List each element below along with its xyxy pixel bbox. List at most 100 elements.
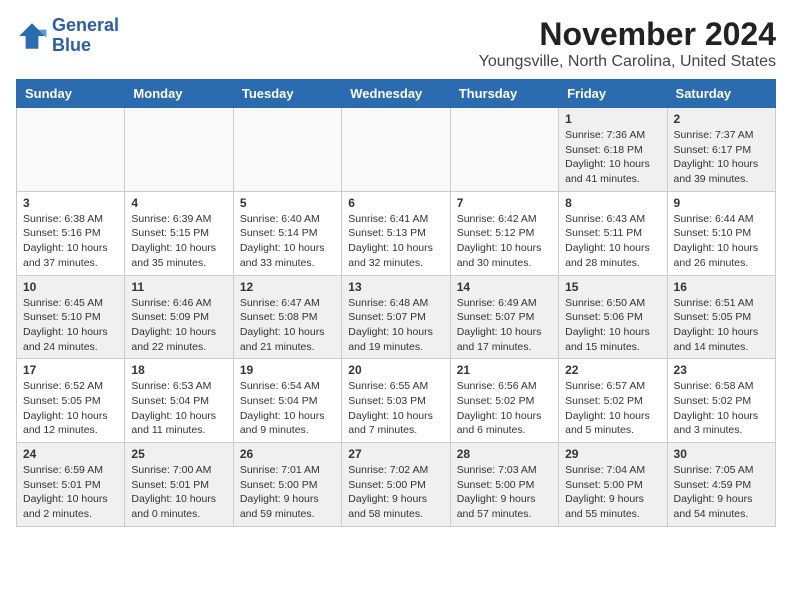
day-info: Sunrise: 6:43 AM Sunset: 5:11 PM Dayligh… (565, 212, 660, 271)
logo-icon (16, 20, 48, 52)
day-number: 16 (674, 280, 769, 294)
day-info: Sunrise: 7:04 AM Sunset: 5:00 PM Dayligh… (565, 463, 660, 522)
logo: General Blue (16, 16, 119, 56)
calendar-cell: 19 Sunrise: 6:54 AM Sunset: 5:04 PM Dayli… (233, 359, 341, 443)
day-number: 22 (565, 363, 660, 377)
day-number: 24 (23, 447, 118, 461)
page-title: November 2024 (479, 16, 776, 53)
day-info: Sunrise: 7:00 AM Sunset: 5:01 PM Dayligh… (131, 463, 226, 522)
day-info: Sunrise: 6:48 AM Sunset: 5:07 PM Dayligh… (348, 296, 443, 355)
calendar-cell: 27 Sunrise: 7:02 AM Sunset: 5:00 PM Dayli… (342, 443, 450, 527)
calendar-cell: 3 Sunrise: 6:38 AM Sunset: 5:16 PM Daylig… (17, 191, 125, 275)
day-number: 7 (457, 196, 552, 210)
page-header: General Blue November 2024 Youngsville, … (16, 16, 776, 71)
day-number: 9 (674, 196, 769, 210)
logo-line1: General (52, 16, 119, 36)
day-info: Sunrise: 6:53 AM Sunset: 5:04 PM Dayligh… (131, 379, 226, 438)
calendar-cell: 28 Sunrise: 7:03 AM Sunset: 5:00 PM Dayli… (450, 443, 558, 527)
calendar-cell: 26 Sunrise: 7:01 AM Sunset: 5:00 PM Dayli… (233, 443, 341, 527)
calendar-cell: 14 Sunrise: 6:49 AM Sunset: 5:07 PM Dayli… (450, 275, 558, 359)
calendar-cell: 2Sunrise: 7:37 AM Sunset: 6:17 PM Daylig… (667, 108, 775, 192)
day-info: Sunrise: 6:51 AM Sunset: 5:05 PM Dayligh… (674, 296, 769, 355)
day-number: 10 (23, 280, 118, 294)
calendar-cell (450, 108, 558, 192)
day-number: 25 (131, 447, 226, 461)
day-info: Sunrise: 7:05 AM Sunset: 4:59 PM Dayligh… (674, 463, 769, 522)
calendar-cell: 16 Sunrise: 6:51 AM Sunset: 5:05 PM Dayli… (667, 275, 775, 359)
calendar-cell: 5 Sunrise: 6:40 AM Sunset: 5:14 PM Daylig… (233, 191, 341, 275)
day-number: 17 (23, 363, 118, 377)
day-info: Sunrise: 7:36 AM Sunset: 6:18 PM Dayligh… (565, 128, 660, 187)
day-info: Sunrise: 6:41 AM Sunset: 5:13 PM Dayligh… (348, 212, 443, 271)
calendar-cell (342, 108, 450, 192)
day-number: 23 (674, 363, 769, 377)
day-info: Sunrise: 6:49 AM Sunset: 5:07 PM Dayligh… (457, 296, 552, 355)
day-number: 18 (131, 363, 226, 377)
calendar-week-row: 10 Sunrise: 6:45 AM Sunset: 5:10 PM Dayli… (17, 275, 776, 359)
calendar-cell: 12Sunrise: 6:47 AM Sunset: 5:08 PM Dayli… (233, 275, 341, 359)
day-number: 27 (348, 447, 443, 461)
day-info: Sunrise: 6:42 AM Sunset: 5:12 PM Dayligh… (457, 212, 552, 271)
day-info: Sunrise: 7:01 AM Sunset: 5:00 PM Dayligh… (240, 463, 335, 522)
day-number: 30 (674, 447, 769, 461)
day-number: 5 (240, 196, 335, 210)
calendar-cell: 18 Sunrise: 6:53 AM Sunset: 5:04 PM Dayli… (125, 359, 233, 443)
logo-text: General Blue (52, 16, 119, 56)
weekday-header: Monday (125, 80, 233, 108)
calendar-cell: 22 Sunrise: 6:57 AM Sunset: 5:02 PM Dayli… (559, 359, 667, 443)
calendar-cell: 7 Sunrise: 6:42 AM Sunset: 5:12 PM Daylig… (450, 191, 558, 275)
day-number: 29 (565, 447, 660, 461)
calendar-cell: 25 Sunrise: 7:00 AM Sunset: 5:01 PM Dayli… (125, 443, 233, 527)
day-info: Sunrise: 6:39 AM Sunset: 5:15 PM Dayligh… (131, 212, 226, 271)
title-block: November 2024 Youngsville, North Carolin… (479, 16, 776, 71)
calendar-cell: 20 Sunrise: 6:55 AM Sunset: 5:03 PM Dayli… (342, 359, 450, 443)
day-number: 28 (457, 447, 552, 461)
day-number: 13 (348, 280, 443, 294)
calendar-cell: 1Sunrise: 7:36 AM Sunset: 6:18 PM Daylig… (559, 108, 667, 192)
calendar-cell: 13 Sunrise: 6:48 AM Sunset: 5:07 PM Dayli… (342, 275, 450, 359)
calendar-cell: 6Sunrise: 6:41 AM Sunset: 5:13 PM Daylig… (342, 191, 450, 275)
weekday-header: Wednesday (342, 80, 450, 108)
day-number: 21 (457, 363, 552, 377)
day-number: 14 (457, 280, 552, 294)
calendar-cell: 15Sunrise: 6:50 AM Sunset: 5:06 PM Dayli… (559, 275, 667, 359)
calendar-cell: 11Sunrise: 6:46 AM Sunset: 5:09 PM Dayli… (125, 275, 233, 359)
logo-line2: Blue (52, 36, 119, 56)
weekday-header: Saturday (667, 80, 775, 108)
day-number: 19 (240, 363, 335, 377)
calendar-week-row: 3 Sunrise: 6:38 AM Sunset: 5:16 PM Daylig… (17, 191, 776, 275)
day-info: Sunrise: 7:02 AM Sunset: 5:00 PM Dayligh… (348, 463, 443, 522)
day-info: Sunrise: 6:40 AM Sunset: 5:14 PM Dayligh… (240, 212, 335, 271)
day-info: Sunrise: 6:57 AM Sunset: 5:02 PM Dayligh… (565, 379, 660, 438)
calendar-cell: 23Sunrise: 6:58 AM Sunset: 5:02 PM Dayli… (667, 359, 775, 443)
weekday-header: Tuesday (233, 80, 341, 108)
day-info: Sunrise: 6:54 AM Sunset: 5:04 PM Dayligh… (240, 379, 335, 438)
page-subtitle: Youngsville, North Carolina, United Stat… (479, 53, 776, 71)
calendar-week-row: 24Sunrise: 6:59 AM Sunset: 5:01 PM Dayli… (17, 443, 776, 527)
day-number: 3 (23, 196, 118, 210)
day-info: Sunrise: 6:38 AM Sunset: 5:16 PM Dayligh… (23, 212, 118, 271)
calendar-week-row: 1Sunrise: 7:36 AM Sunset: 6:18 PM Daylig… (17, 108, 776, 192)
day-info: Sunrise: 6:56 AM Sunset: 5:02 PM Dayligh… (457, 379, 552, 438)
day-info: Sunrise: 6:50 AM Sunset: 5:06 PM Dayligh… (565, 296, 660, 355)
day-number: 11 (131, 280, 226, 294)
weekday-header: Friday (559, 80, 667, 108)
calendar-cell: 8Sunrise: 6:43 AM Sunset: 5:11 PM Daylig… (559, 191, 667, 275)
day-number: 20 (348, 363, 443, 377)
calendar-cell: 30 Sunrise: 7:05 AM Sunset: 4:59 PM Dayli… (667, 443, 775, 527)
calendar-cell: 9Sunrise: 6:44 AM Sunset: 5:10 PM Daylig… (667, 191, 775, 275)
calendar-cell: 4 Sunrise: 6:39 AM Sunset: 5:15 PM Daylig… (125, 191, 233, 275)
calendar-cell (125, 108, 233, 192)
day-number: 4 (131, 196, 226, 210)
calendar-cell: 24Sunrise: 6:59 AM Sunset: 5:01 PM Dayli… (17, 443, 125, 527)
calendar-cell: 10 Sunrise: 6:45 AM Sunset: 5:10 PM Dayli… (17, 275, 125, 359)
day-info: Sunrise: 6:45 AM Sunset: 5:10 PM Dayligh… (23, 296, 118, 355)
day-info: Sunrise: 6:55 AM Sunset: 5:03 PM Dayligh… (348, 379, 443, 438)
calendar-week-row: 17Sunrise: 6:52 AM Sunset: 5:05 PM Dayli… (17, 359, 776, 443)
calendar-cell (233, 108, 341, 192)
day-number: 26 (240, 447, 335, 461)
day-number: 2 (674, 112, 769, 126)
calendar-cell: 29 Sunrise: 7:04 AM Sunset: 5:00 PM Dayli… (559, 443, 667, 527)
day-info: Sunrise: 7:03 AM Sunset: 5:00 PM Dayligh… (457, 463, 552, 522)
weekday-header: Thursday (450, 80, 558, 108)
